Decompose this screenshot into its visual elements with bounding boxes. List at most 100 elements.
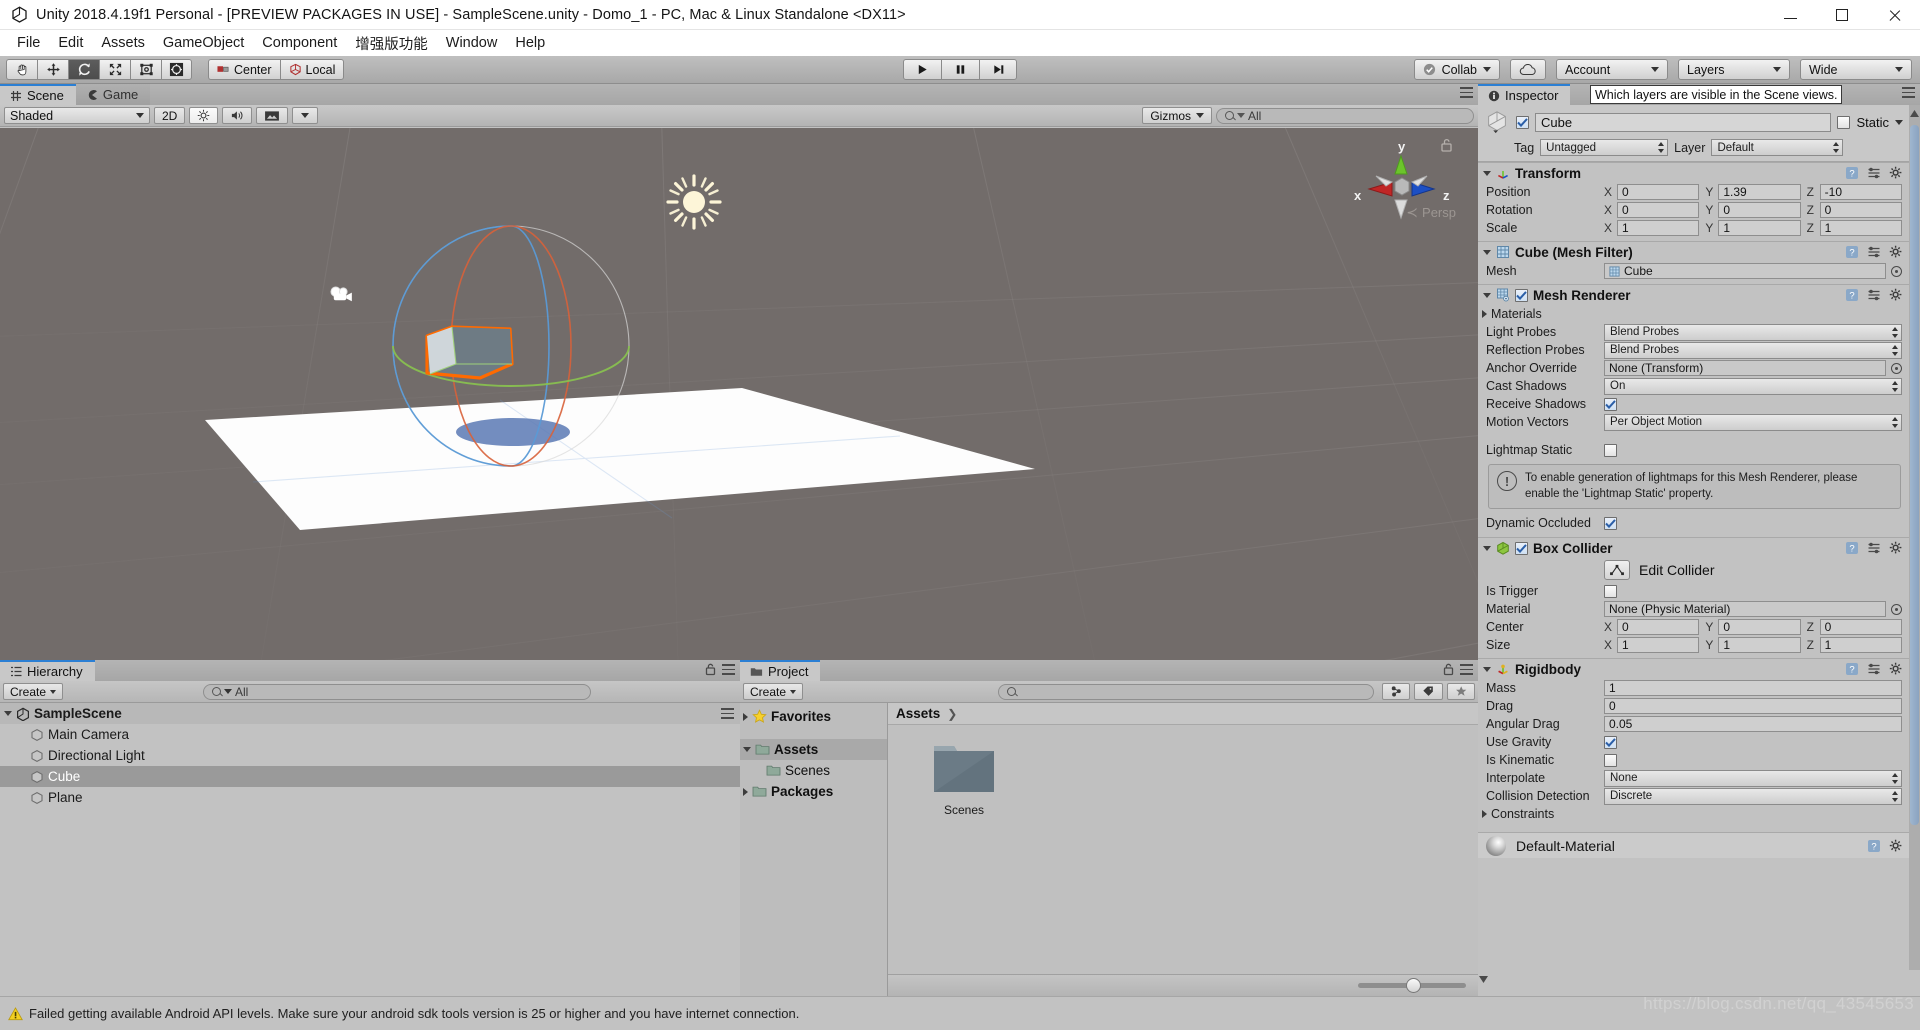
asset-zoom-slider[interactable] <box>1358 978 1466 993</box>
breadcrumb[interactable]: Assets ❯ <box>888 703 1478 725</box>
center-z-field[interactable]: 0 <box>1819 619 1902 636</box>
anchor-override-field[interactable]: None (Transform) <box>1604 360 1886 376</box>
help-icon[interactable]: ? <box>1845 288 1859 302</box>
preset-icon[interactable] <box>1867 166 1881 180</box>
tab-scene[interactable]: Scene <box>0 84 76 105</box>
asset-zoom-knob[interactable] <box>1406 978 1421 993</box>
center-x-field[interactable]: 0 <box>1617 619 1700 636</box>
size-z-field[interactable]: 1 <box>1819 637 1902 654</box>
scene-lighting-button[interactable] <box>189 107 219 124</box>
hierarchy-list[interactable]: SampleScene Main Camera Directional Ligh… <box>0 703 740 996</box>
chevron-down-icon[interactable] <box>1483 666 1491 672</box>
mesh-renderer-enabled-checkbox[interactable] <box>1515 288 1528 302</box>
object-picker-icon[interactable] <box>1891 603 1902 615</box>
scene-viewport[interactable]: y x z ≺ Persp <box>0 128 1478 660</box>
panel-menu-icon[interactable] <box>1902 87 1915 98</box>
constraints-foldout-row[interactable]: Constraints <box>1478 805 1909 823</box>
maximize-button[interactable] <box>1816 0 1868 30</box>
physic-material-field[interactable]: None (Physic Material) <box>1604 601 1886 618</box>
project-create-button[interactable]: Create <box>743 683 804 700</box>
scene-fx-dropdown[interactable] <box>292 107 319 124</box>
asset-grid[interactable]: Scenes <box>888 726 1478 974</box>
preset-icon[interactable] <box>1867 288 1881 302</box>
box-collider-enabled-checkbox[interactable] <box>1515 541 1528 555</box>
object-enabled-checkbox[interactable] <box>1516 115 1529 129</box>
position-y-field[interactable]: 1.39 <box>1718 184 1801 200</box>
hierarchy-row-main-camera[interactable]: Main Camera <box>0 724 740 745</box>
gear-icon[interactable] <box>1889 245 1903 259</box>
project-tree[interactable]: Favorites Assets Scenes Packages <box>740 703 888 996</box>
asset-item-scenes[interactable]: Scenes <box>922 740 1006 817</box>
materials-foldout-row[interactable]: Materials <box>1478 305 1909 323</box>
position-x-field[interactable]: 0 <box>1617 184 1700 200</box>
lock-icon[interactable] <box>705 663 716 676</box>
object-name-field[interactable]: Cube <box>1535 112 1832 132</box>
hand-tool-button[interactable] <box>6 59 37 80</box>
menu-component[interactable]: Component <box>253 33 346 53</box>
scroll-down-icon[interactable] <box>1478 973 1489 986</box>
menu-assets[interactable]: Assets <box>92 33 154 53</box>
component-header-mesh-renderer[interactable]: Mesh Renderer ? <box>1478 284 1909 305</box>
position-z-field[interactable]: -10 <box>1819 184 1902 200</box>
object-picker-icon[interactable] <box>1891 265 1902 277</box>
filter-by-label-button[interactable] <box>1414 683 1443 700</box>
chevron-down-icon[interactable] <box>4 711 12 716</box>
layer-dropdown[interactable]: Default <box>1711 139 1844 156</box>
help-icon[interactable]: ? <box>1867 839 1881 853</box>
hierarchy-create-button[interactable]: Create <box>3 683 64 700</box>
component-header-mesh-filter[interactable]: Cube (Mesh Filter) ? <box>1478 241 1909 262</box>
mass-field[interactable]: 1 <box>1604 680 1902 697</box>
scale-x-field[interactable]: 1 <box>1617 220 1700 236</box>
receive-shadows-checkbox[interactable] <box>1604 397 1617 411</box>
motion-vectors-dropdown[interactable]: Per Object Motion <box>1604 413 1902 431</box>
minimize-button[interactable] <box>1764 0 1816 30</box>
drag-field[interactable]: 0 <box>1604 698 1902 715</box>
gear-icon[interactable] <box>1889 662 1903 676</box>
hierarchy-row-plane[interactable]: Plane <box>0 787 740 808</box>
toggle-2d-button[interactable]: 2D <box>154 107 186 124</box>
hierarchy-row-directional-light[interactable]: Directional Light <box>0 745 740 766</box>
lock-icon[interactable] <box>1443 663 1454 676</box>
play-button[interactable] <box>903 59 941 80</box>
pause-button[interactable] <box>941 59 979 80</box>
scene-search-input[interactable]: All <box>1216 107 1474 124</box>
project-search-input[interactable] <box>997 683 1374 700</box>
gear-icon[interactable] <box>1889 288 1903 302</box>
gear-icon[interactable] <box>1889 541 1903 555</box>
edit-collider-button[interactable] <box>1604 560 1630 581</box>
dynamic-occluded-checkbox[interactable] <box>1604 516 1617 530</box>
component-header-transform[interactable]: Transform ? <box>1478 162 1909 183</box>
inspector-scroll-thumb[interactable] <box>1910 125 1919 825</box>
menu-gameobject[interactable]: GameObject <box>154 33 253 53</box>
chevron-right-icon[interactable] <box>1482 310 1487 318</box>
breadcrumb-assets[interactable]: Assets <box>896 706 940 721</box>
scale-z-field[interactable]: 1 <box>1819 220 1902 236</box>
close-button[interactable] <box>1868 0 1920 30</box>
filter-by-type-button[interactable] <box>1381 683 1411 700</box>
scene-context-menu-icon[interactable] <box>721 708 734 719</box>
preset-icon[interactable] <box>1867 541 1881 555</box>
use-gravity-checkbox[interactable] <box>1604 735 1617 749</box>
project-tree-packages[interactable]: Packages <box>740 781 887 802</box>
collab-button[interactable]: Collab <box>1413 59 1500 80</box>
hierarchy-search-input[interactable]: All <box>203 683 591 700</box>
hierarchy-row-cube[interactable]: Cube <box>0 766 740 787</box>
preset-icon[interactable] <box>1867 662 1881 676</box>
help-icon[interactable]: ? <box>1845 166 1859 180</box>
chevron-down-icon[interactable] <box>743 747 751 752</box>
combined-transform-tool-button[interactable] <box>161 59 192 80</box>
mesh-object-field[interactable]: Cube <box>1604 263 1886 279</box>
chevron-down-icon[interactable] <box>1483 170 1491 176</box>
panel-menu-icon[interactable] <box>1460 664 1473 675</box>
menu-window[interactable]: Window <box>437 33 507 53</box>
gear-icon[interactable] <box>1889 839 1903 853</box>
tab-inspector[interactable]: Inspector <box>1478 84 1571 105</box>
scale-y-field[interactable]: 1 <box>1718 220 1801 236</box>
panel-menu-icon[interactable] <box>1460 87 1473 98</box>
collision-detection-dropdown[interactable]: Discrete <box>1604 787 1902 805</box>
project-tree-favorites[interactable]: Favorites <box>740 706 887 727</box>
component-header-box-collider[interactable]: Box Collider ? <box>1478 537 1909 559</box>
layout-button[interactable]: Wide <box>1800 59 1912 80</box>
status-bar[interactable]: Failed getting available Android API lev… <box>0 996 1920 1030</box>
tab-hierarchy[interactable]: Hierarchy <box>0 660 95 681</box>
